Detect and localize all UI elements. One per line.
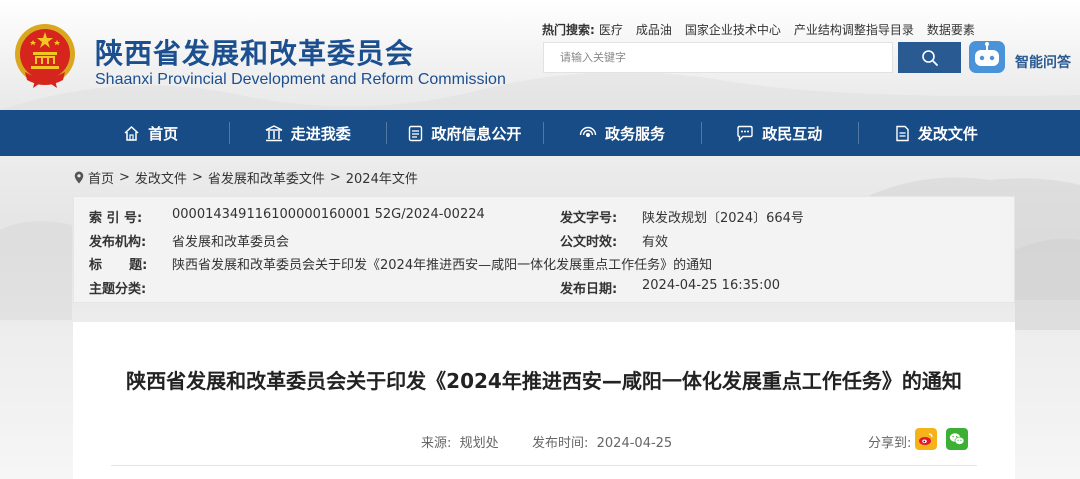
share-wechat-button[interactable] [946,428,968,450]
breadcrumb-documents[interactable]: 发改文件 [135,168,187,187]
breadcrumb: 首页 > 发改文件 > 省发展和改革委文件 > 2024年文件 [74,168,418,187]
breadcrumb-2024-docs[interactable]: 2024年文件 [346,168,418,187]
hot-search-bar: 热门搜索: 医疗 成品油 国家企业技术中心 产业结构调整指导目录 数据要素 [542,21,988,38]
wechat-icon [949,433,965,445]
meta-row-category: 主题分类: 发布日期: 2024-04-25 16:35:00 [74,278,1016,301]
nav-label: 走进我委 [290,124,351,143]
breadcrumb-separator: > [191,170,203,185]
home-icon [124,125,139,141]
national-emblem-icon [15,24,75,88]
document-icon [409,125,423,141]
org-label: 发布机构: [89,235,147,250]
meta-row-org: 发布机构: 省发展和改革委员会 公文时效: 有效 [74,231,1016,254]
nav-label: 首页 [148,124,179,143]
breadcrumb-home[interactable]: 首页 [88,168,114,187]
article-title: 陕西省发展和改革委员会关于印发《2024年推进西安—咸阳一体化发展重点工作任务》… [126,369,962,393]
article-source: 来源: 规划处 [421,436,499,451]
document-metadata: 索 引 号: 000014349116100000160001 52G/2024… [73,196,1015,303]
nav-item-documents[interactable]: 发改文件 [857,110,1015,156]
service-icon [579,126,597,137]
nav-label: 政民互动 [762,124,823,143]
article-divider [111,465,977,466]
breadcrumb-commission-docs[interactable]: 省发展和改革委文件 [208,168,325,187]
hot-search-link-tech-center[interactable]: 国家企业技术中心 [685,21,781,38]
search-icon [921,49,938,66]
org-value: 省发展和改革委员会 [172,235,290,250]
hot-search-link-data-elements[interactable]: 数据要素 [927,21,975,38]
doc-no-label: 发文字号: [560,211,618,226]
article-panel: 陕西省发展和改革委员会关于印发《2024年推进西安—咸阳一体化发展重点工作任务》… [73,322,1015,479]
chat-icon [737,125,753,142]
index-label: 索 引 号: [89,211,143,226]
breadcrumb-separator: > [329,170,341,185]
hot-search-link-oil[interactable]: 成品油 [636,21,672,38]
index-value: 000014349116100000160001 52G/2024-00224 [172,207,485,222]
meta-row-index: 索 引 号: 000014349116100000160001 52G/2024… [74,207,1016,230]
ai-qa-link[interactable]: 智能问答 [1015,52,1071,72]
meta-row-subject: 标 题: 陕西省发展和改革委员会关于印发《2024年推进西安—咸阳一体化发展重点… [74,254,1016,277]
nav-item-gov-info[interactable]: 政府信息公开 [386,110,543,156]
site-title-en: Shaanxi Provincial Development and Refor… [95,71,506,88]
nav-label: 发改文件 [917,124,978,143]
search-button[interactable] [898,42,961,73]
search-input[interactable] [543,42,893,73]
date-value: 2024-04-25 16:35:00 [642,278,781,293]
share-weibo-button[interactable] [915,428,937,450]
nav-item-about[interactable]: 走进我委 [229,110,386,156]
site-header: 陕西省发展和改革委员会 Shaanxi Provincial Developme… [0,0,1080,110]
nav-label: 政务服务 [605,124,666,143]
article-date: 发布时间: 2024-04-25 [532,436,673,451]
weibo-icon [919,433,933,445]
category-label: 主题分类: [89,282,147,297]
subject-value: 陕西省发展和改革委员会关于印发《2024年推进西安—咸阳一体化发展重点工作任务》… [172,258,713,273]
nav-item-interaction[interactable]: 政民互动 [700,110,858,156]
ai-robot-icon[interactable] [968,40,1006,74]
site-title-cn: 陕西省发展和改革委员会 [95,37,415,70]
nav-item-services[interactable]: 政务服务 [543,110,700,156]
building-icon [265,124,283,141]
share-label: 分享到: [868,436,912,451]
doc-no-value: 陕发改规划〔2024〕664号 [642,211,804,226]
hot-search-link-industry-catalog[interactable]: 产业结构调整指导目录 [794,21,914,38]
subject-label: 标 题: [89,258,148,273]
main-nav: 首页 走进我委 政府信息公开 政务服务 政民互动 发改文件 [0,110,1080,156]
validity-value: 有效 [642,235,669,250]
file-icon [896,125,909,141]
date-label: 发布日期: [560,282,618,297]
location-pin-icon [74,171,84,184]
hot-search-label: 热门搜索: [542,23,595,37]
validity-label: 公文时效: [560,235,618,250]
nav-item-home[interactable]: 首页 [72,110,229,156]
breadcrumb-separator: > [119,170,130,185]
nav-label: 政府信息公开 [431,124,522,143]
hot-search-link-medical[interactable]: 医疗 [599,21,623,38]
